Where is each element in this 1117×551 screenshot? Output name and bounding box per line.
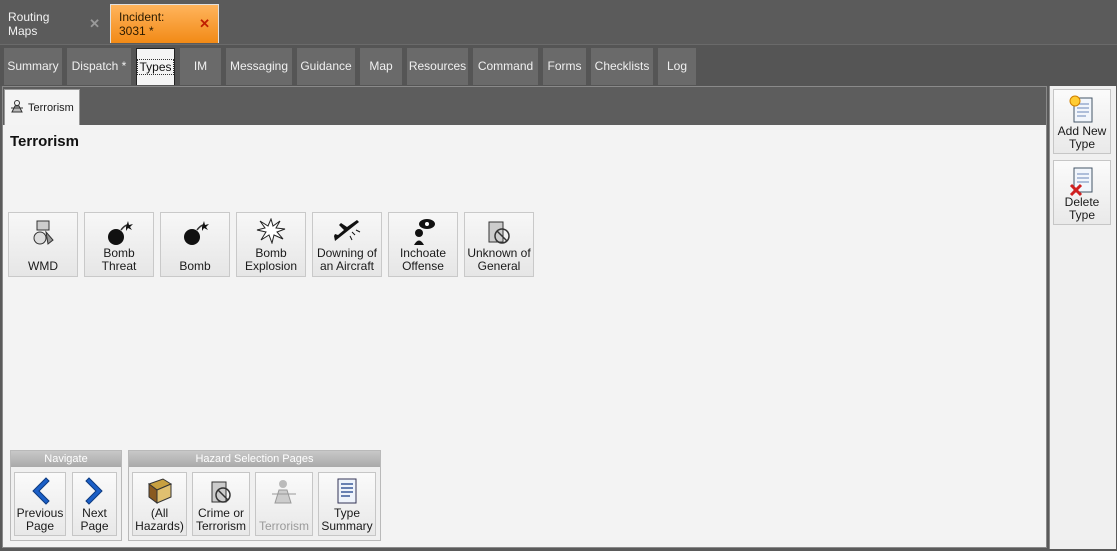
type-button-wmd[interactable]: WMD — [8, 212, 78, 277]
tile-label: Bomb Explosion — [244, 246, 298, 273]
type-button-inchoate-offense[interactable]: Inchoate Offense — [388, 212, 458, 277]
tab-label: IM — [193, 59, 208, 73]
button-label: Terrorism — [259, 519, 309, 533]
type-button-unknown-general[interactable]: Unknown of General — [464, 212, 534, 277]
tab-types[interactable]: Types — [136, 48, 175, 85]
tab-label: Checklists — [594, 59, 650, 73]
type-summary-button[interactable]: Type Summary — [318, 472, 376, 536]
tab-label: Log — [666, 59, 688, 73]
all-hazards-button[interactable]: (All Hazards) — [132, 472, 187, 536]
category-tab-label: Terrorism — [28, 101, 74, 114]
tile-label: Inchoate Offense — [399, 246, 447, 273]
tab-map[interactable]: Map — [360, 48, 402, 85]
inchoate-icon — [414, 219, 435, 245]
delete-type-button[interactable]: Delete Type — [1053, 160, 1111, 225]
wmd-icon — [33, 220, 54, 245]
tab-terrorism-category[interactable]: Terrorism — [4, 89, 80, 125]
button-label: Delete Type — [1064, 195, 1100, 222]
button-label: Previous Page — [16, 506, 64, 533]
group-title: Navigate — [11, 451, 121, 467]
tab-label: Types — [137, 59, 174, 75]
tile-label: Downing of an Aircraft — [316, 246, 378, 273]
arrow-left-icon — [32, 477, 50, 505]
category-tab-bar: Terrorism — [3, 87, 1046, 125]
tab-log[interactable]: Log — [658, 48, 696, 85]
terrorism-page-button[interactable]: Terrorism — [255, 472, 313, 536]
tile-label: Bomb — [179, 259, 211, 273]
page-title: Terrorism — [10, 133, 79, 150]
tab-summary[interactable]: Summary — [4, 48, 62, 85]
button-label: Type Summary — [321, 506, 373, 533]
add-new-type-button[interactable]: Add New Type — [1053, 89, 1111, 154]
button-label: Next Page — [80, 506, 109, 533]
button-label: Crime or Terrorism — [196, 506, 246, 533]
close-icon[interactable]: ✕ — [199, 16, 210, 32]
tab-dispatch[interactable]: Dispatch * — [67, 48, 131, 85]
hazard-selection-group: Hazard Selection Pages (All Hazards) Cri… — [128, 450, 381, 541]
type-button-bomb[interactable]: Bomb — [160, 212, 230, 277]
downed-aircraft-icon — [334, 220, 361, 241]
type-button-bomb-explosion[interactable]: Bomb Explosion — [236, 212, 306, 277]
group-title: Hazard Selection Pages — [129, 451, 380, 467]
types-content-panel: Terrorism Terrorism WMD Bomb Threat Bomb… — [2, 86, 1047, 548]
type-button-bomb-threat[interactable]: Bomb Threat — [84, 212, 154, 277]
tab-label: Messaging — [229, 59, 289, 73]
doc-tab-label: Routing Maps — [8, 9, 50, 38]
type-actions-panel: Add New Type Delete Type — [1049, 86, 1116, 549]
tab-command[interactable]: Command — [473, 48, 538, 85]
doc-tab-incident[interactable]: Incident: 3031 * ✕ — [110, 4, 219, 43]
tab-label: Dispatch * — [71, 59, 127, 73]
button-label: (All Hazards) — [135, 506, 184, 533]
bomb-icon — [184, 221, 209, 245]
tile-label: Unknown of General — [467, 246, 531, 273]
arrow-right-icon — [84, 477, 103, 505]
terrorism-small-icon — [9, 98, 25, 117]
tab-label: Command — [477, 59, 534, 73]
terrorism-icon — [272, 480, 296, 504]
doc-tab-label: Incident: 3031 * — [119, 10, 165, 38]
doc-tab-routing-maps[interactable]: Routing Maps ✕ — [0, 4, 108, 43]
summary-icon — [337, 478, 357, 504]
tab-label: Summary — [7, 59, 59, 73]
crime-terrorism-icon — [211, 481, 231, 503]
main-tab-bar: Summary Dispatch * Types IM Messaging Gu… — [0, 44, 1117, 86]
tab-resources[interactable]: Resources — [407, 48, 468, 85]
button-label: Add New Type — [1057, 124, 1107, 151]
document-tab-bar: Routing Maps ✕ Incident: 3031 * ✕ — [0, 0, 1117, 44]
next-page-button[interactable]: Next Page — [72, 472, 117, 536]
unknown-general-icon — [488, 221, 510, 244]
explosion-icon — [256, 218, 286, 244]
type-button-downing-aircraft[interactable]: Downing of an Aircraft — [312, 212, 382, 277]
tab-label: Resources — [408, 59, 467, 73]
tab-guidance[interactable]: Guidance — [297, 48, 355, 85]
tab-label: Forms — [547, 59, 582, 73]
previous-page-button[interactable]: Previous Page — [14, 472, 66, 536]
tile-label: Bomb Threat — [101, 246, 137, 273]
tab-im[interactable]: IM — [180, 48, 221, 85]
tab-label: Map — [369, 59, 393, 73]
crime-terrorism-button[interactable]: Crime or Terrorism — [192, 472, 250, 536]
bomb-threat-icon — [108, 221, 133, 245]
tab-label: Guidance — [300, 59, 352, 73]
close-icon[interactable]: ✕ — [89, 16, 100, 32]
tab-messaging[interactable]: Messaging — [226, 48, 292, 85]
tile-label: WMD — [28, 259, 58, 273]
tab-checklists[interactable]: Checklists — [591, 48, 653, 85]
delete-document-icon — [1069, 167, 1093, 197]
book-icon — [147, 478, 172, 504]
add-document-icon — [1069, 95, 1093, 123]
navigate-group: Navigate Previous Page Next Page — [10, 450, 122, 541]
tab-forms[interactable]: Forms — [543, 48, 586, 85]
